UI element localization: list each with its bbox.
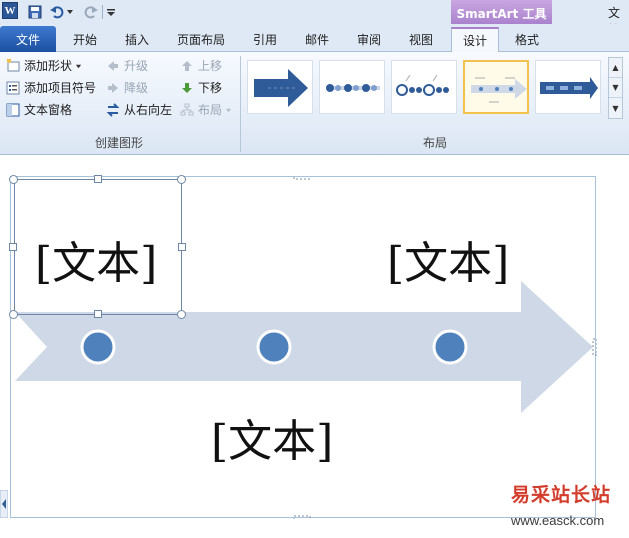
text-pane-label: 文本窗格: [24, 103, 73, 117]
smartart-text-placeholder-2[interactable]: [文本]: [387, 227, 509, 291]
undo-dropdown-icon[interactable]: [65, 3, 75, 21]
add-shape-dropdown-icon: [75, 59, 82, 73]
resize-handle-right[interactable]: [178, 243, 186, 251]
layout-thumb-dots-process[interactable]: [319, 60, 385, 114]
ribbon-tab-bar: 文件 开始 插入 页面布局 引用 邮件 审阅 视图 设计 格式: [0, 24, 629, 52]
site-watermark: 易采站长站 www.easck.com: [505, 480, 629, 538]
timeline-dot-3: [432, 329, 468, 365]
gallery-scroller: ▲ ▼ ▼: [608, 57, 623, 119]
create-graphic-group-label: 创建图形: [95, 136, 144, 150]
redo-icon[interactable]: [82, 3, 100, 21]
add-shape-label: 添加形状: [24, 59, 73, 73]
tab-mailings[interactable]: 邮件: [292, 27, 342, 52]
timeline-dot-2: [256, 329, 292, 365]
tab-page-layout[interactable]: 页面布局: [168, 27, 234, 52]
layout-thumb-circle-chain[interactable]: [391, 60, 457, 114]
tab-home[interactable]: 开始: [60, 27, 110, 52]
right-to-left-icon: [106, 102, 120, 117]
tab-format[interactable]: 格式: [502, 27, 552, 52]
move-down-arrow-icon: [180, 81, 194, 95]
bullet-list-icon: [6, 81, 20, 95]
move-down-label: 下移: [198, 81, 223, 95]
gallery-scroll-up-icon[interactable]: ▲: [609, 58, 622, 78]
watermark-url: www.easck.com: [511, 513, 605, 528]
tab-insert[interactable]: 插入: [112, 27, 162, 52]
demote-button[interactable]: 降级: [106, 78, 148, 97]
demote-label: 降级: [124, 81, 149, 95]
resize-handle-bottom-left[interactable]: [9, 310, 18, 319]
ribbon-design: 添加形状 添加项目符号 文本窗格 升级 降级 从右向左 上移 下移 布局 创建图…: [0, 52, 629, 155]
layout-dropdown-icon: [225, 103, 232, 117]
tab-references[interactable]: 引用: [240, 27, 290, 52]
layouts-gallery: [245, 57, 607, 121]
resize-handle-bottom[interactable]: [94, 310, 102, 318]
resize-handle-top[interactable]: [94, 175, 102, 183]
gallery-scroll-down-icon[interactable]: ▼: [609, 78, 622, 98]
layout-thumb-block-arrow[interactable]: [247, 60, 313, 114]
resize-handle-top-left[interactable]: [9, 175, 18, 184]
tab-design[interactable]: 设计: [451, 27, 499, 52]
add-shape-icon: [6, 58, 20, 73]
layouts-group-label: 布局: [423, 136, 448, 150]
word-logo-icon[interactable]: W: [2, 2, 18, 19]
resize-handle-bottom-right[interactable]: [177, 310, 186, 319]
org-layout-icon: [180, 103, 194, 117]
add-bullet-button[interactable]: 添加项目符号: [6, 78, 96, 97]
tab-view[interactable]: 视图: [396, 27, 446, 52]
layout-label: 布局: [198, 103, 223, 117]
selected-shape-frame[interactable]: [14, 179, 182, 315]
move-up-arrow-icon: [180, 59, 194, 73]
demote-arrow-icon: [106, 81, 120, 95]
layout-thumb-timeline-arrow[interactable]: [463, 60, 529, 114]
customize-qat-icon[interactable]: [105, 3, 117, 21]
add-shape-button[interactable]: 添加形状: [6, 56, 82, 75]
ribbon-group-separator: [240, 56, 241, 152]
undo-icon[interactable]: [48, 3, 66, 21]
tab-review[interactable]: 审阅: [344, 27, 394, 52]
text-pane-expander-icon[interactable]: [0, 489, 9, 519]
right-to-left-button[interactable]: 从右向左: [106, 100, 172, 119]
tab-file[interactable]: 文件: [0, 26, 56, 52]
promote-button[interactable]: 升级: [106, 56, 148, 75]
smartart-text-placeholder-3[interactable]: [文本]: [211, 405, 333, 469]
right-to-left-label: 从右向左: [124, 103, 173, 117]
add-bullet-label: 添加项目符号: [24, 81, 97, 95]
text-pane-button[interactable]: 文本窗格: [6, 100, 72, 119]
move-down-button[interactable]: 下移: [180, 78, 222, 97]
gallery-more-icon[interactable]: ▼: [609, 98, 622, 118]
text-pane-icon: [6, 103, 20, 117]
layout-thumb-chevron-arrow[interactable]: [535, 60, 601, 114]
timeline-dot-1: [80, 329, 116, 365]
qat-separator: [102, 5, 103, 19]
promote-label: 升级: [124, 59, 149, 73]
word-window: W SmartArt 工具 文档 文件 开始 插入 页面布局 引用 邮件 审阅 …: [0, 0, 629, 538]
smartart-canvas[interactable]: [文本] [文本] [文本]: [9, 175, 597, 519]
resize-handle-left[interactable]: [9, 243, 17, 251]
move-up-button[interactable]: 上移: [180, 56, 222, 75]
save-icon[interactable]: [26, 3, 44, 21]
move-up-label: 上移: [198, 59, 223, 73]
layout-button[interactable]: 布局: [180, 100, 232, 119]
promote-arrow-icon: [106, 59, 120, 73]
watermark-title: 易采站长站: [511, 484, 612, 506]
resize-handle-top-right[interactable]: [177, 175, 186, 184]
smartart-tools-context-label: SmartArt 工具: [451, 0, 552, 26]
